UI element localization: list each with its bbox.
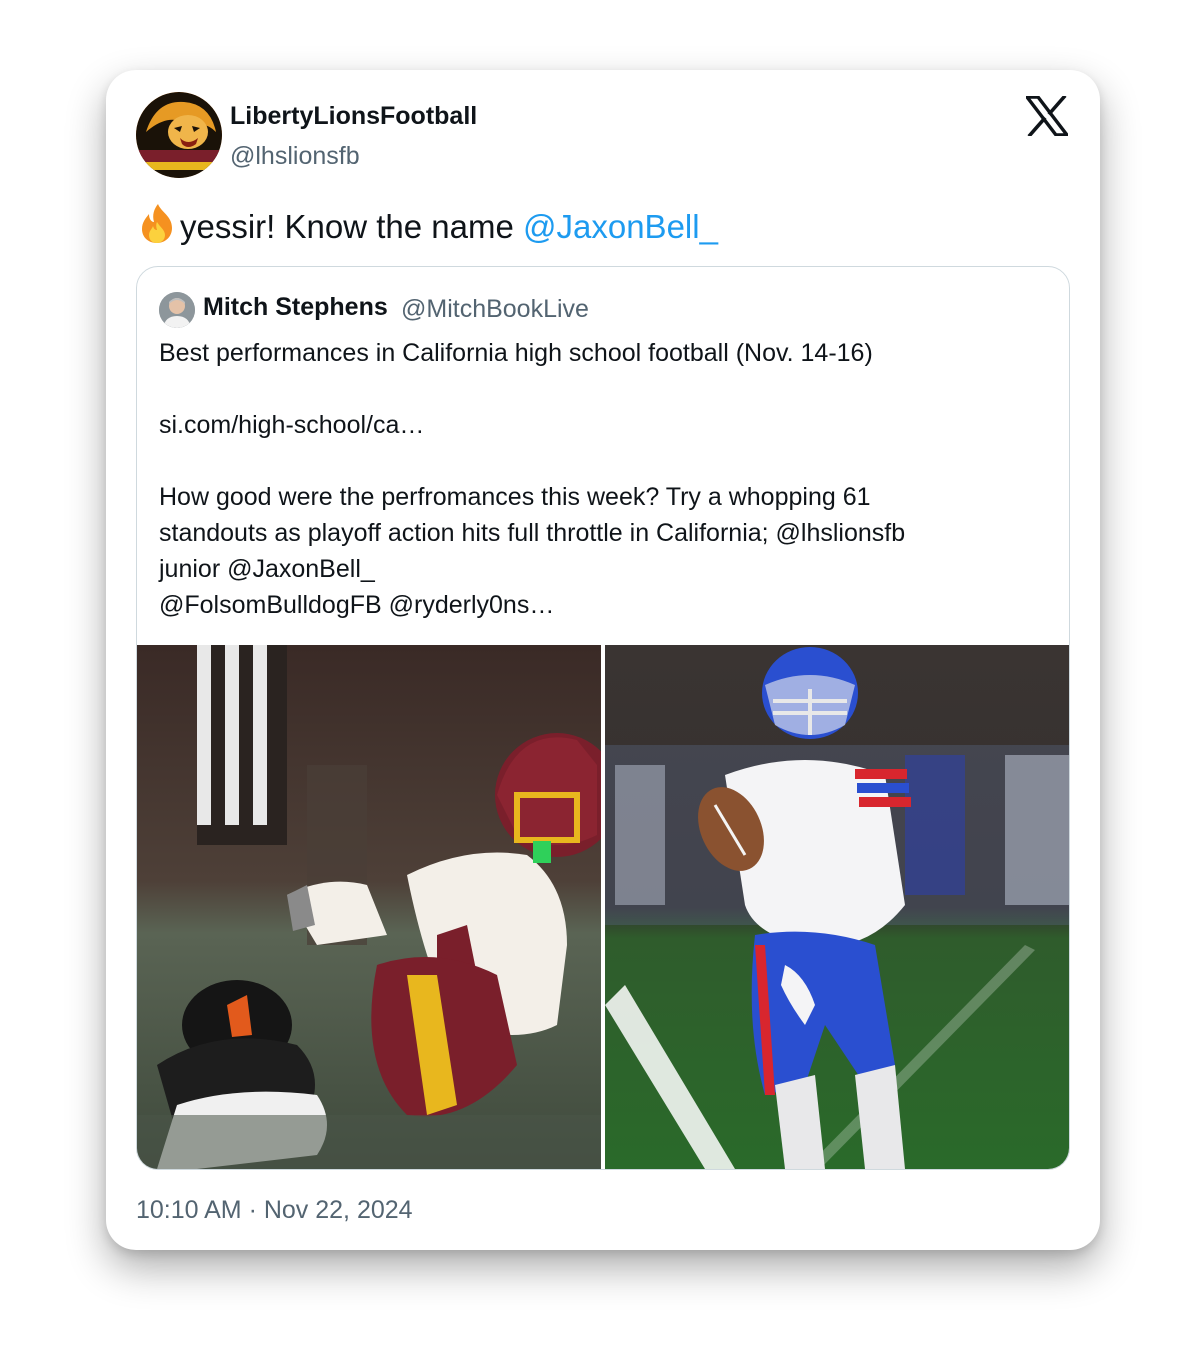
- quote-text-line: standouts as playoff action hits full th…: [159, 519, 906, 547]
- quote-handle[interactable]: @MitchBookLive: [401, 295, 589, 324]
- avatar[interactable]: [136, 92, 222, 178]
- quote-text-line: How good were the perfromances this week…: [159, 483, 871, 511]
- display-name[interactable]: LibertyLionsFootball: [230, 102, 477, 131]
- tweet-text: yessir! Know the name @JaxonBell_: [136, 202, 718, 246]
- quote-text-line: junior @JaxonBell_: [159, 555, 375, 583]
- media-grid: [137, 645, 1069, 1169]
- fire-emoji-icon: [142, 204, 172, 243]
- tweet-timestamp[interactable]: 10:10 AM · Nov 22, 2024: [136, 1196, 413, 1225]
- quote-avatar[interactable]: [159, 292, 195, 328]
- quote-link[interactable]: si.com/high-school/ca…: [159, 411, 424, 440]
- x-logo-icon[interactable]: [1026, 96, 1068, 136]
- quote-text-line: Best performances in California high sch…: [159, 339, 873, 367]
- quote-text-line: @FolsomBulldogFB @ryderly0ns…: [159, 591, 555, 619]
- quoted-tweet[interactable]: Mitch Stephens @MitchBookLive Best perfo…: [136, 266, 1070, 1170]
- football-photo-icon: [605, 645, 1069, 1169]
- media-photo-liberty-runner[interactable]: [137, 645, 601, 1169]
- liberty-lions-logo-icon: [136, 92, 222, 178]
- quote-display-name[interactable]: Mitch Stephens: [203, 293, 388, 322]
- user-handle[interactable]: @lhslionsfb: [230, 142, 360, 171]
- person-photo-icon: [159, 292, 195, 328]
- media-photo-folsom-quarterback[interactable]: [605, 645, 1069, 1169]
- tweet-card: LibertyLionsFootball @lhslionsfb yessir!…: [106, 70, 1100, 1250]
- football-photo-icon: [137, 645, 601, 1169]
- tweet-body-text: yessir! Know the name: [180, 208, 523, 245]
- mention-link[interactable]: @JaxonBell_: [523, 208, 718, 245]
